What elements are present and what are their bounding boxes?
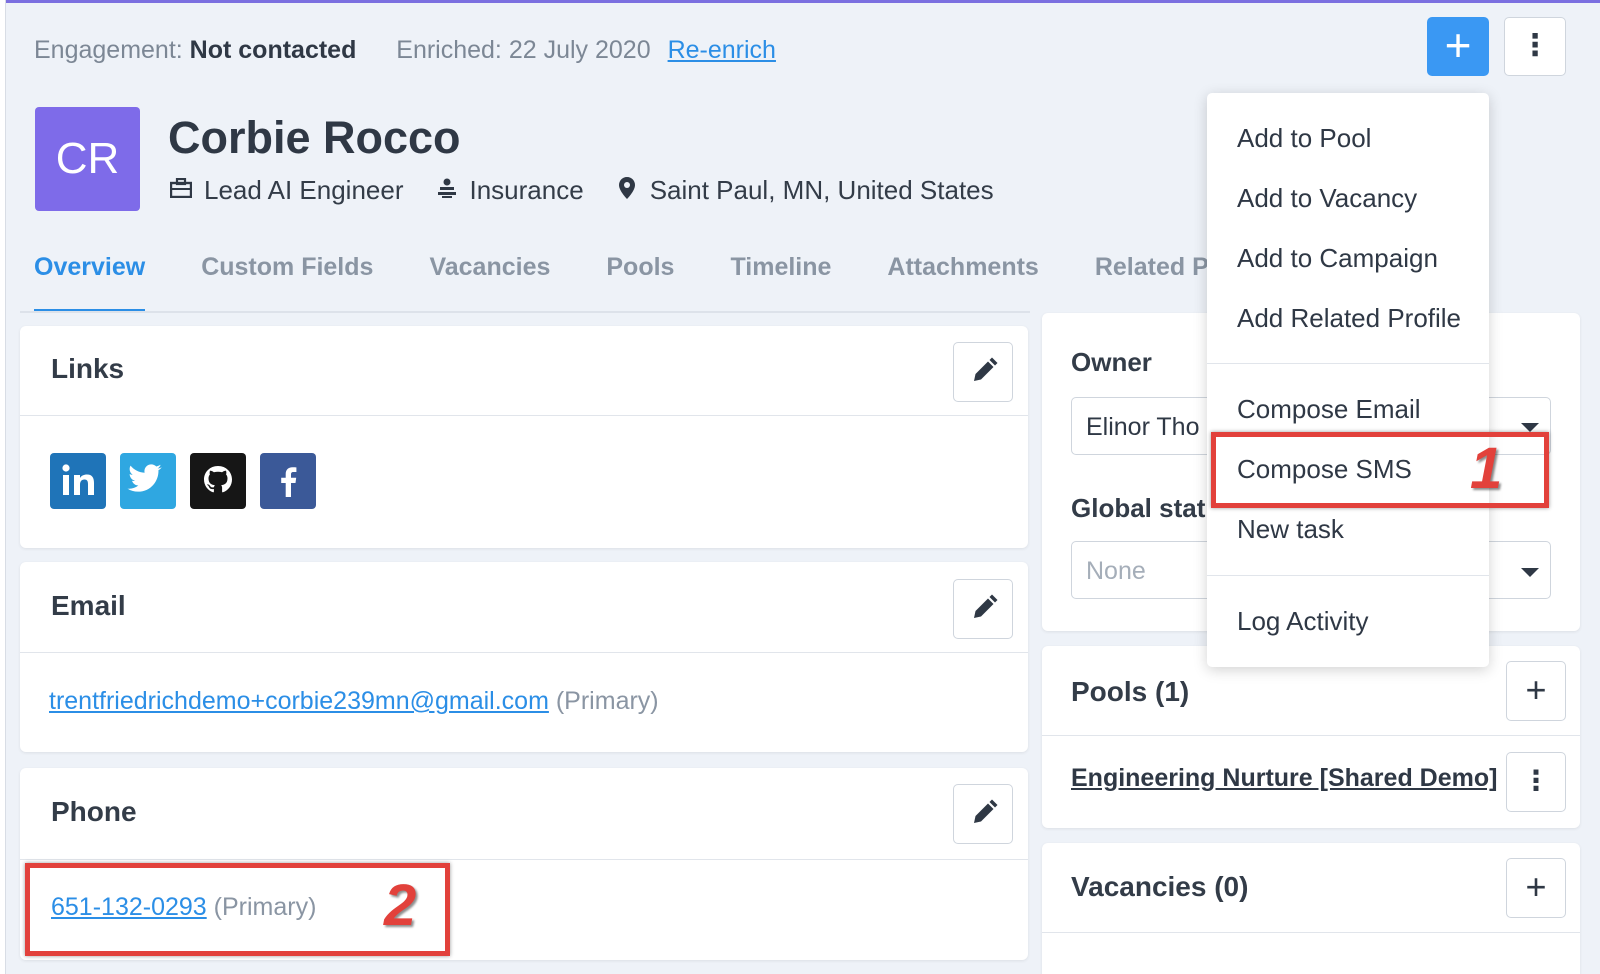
more-options-button[interactable]: ⋮ [1504, 17, 1566, 76]
owner-value: Elinor Tho [1086, 413, 1200, 441]
industry-icon [434, 177, 460, 205]
pool-link[interactable]: Engineering Nurture [Shared Demo] [1071, 764, 1497, 793]
pencil-icon [974, 594, 998, 618]
facebook-icon[interactable] [260, 453, 316, 509]
email-title: Email [51, 590, 126, 621]
owner-label: Owner [1071, 347, 1152, 377]
pencil-icon [974, 357, 998, 381]
tab-vacancies[interactable]: Vacancies [429, 250, 550, 312]
add-pool-button[interactable]: + [1506, 661, 1566, 721]
annotation-number-2: 2 [384, 873, 417, 938]
vacancies-title: Vacancies (0) [1071, 871, 1249, 902]
enriched-label: Enriched: [396, 36, 502, 64]
tab-custom-fields[interactable]: Custom Fields [201, 250, 373, 312]
menu-item-add-to-campaign[interactable]: Add to Campaign [1237, 243, 1438, 274]
menu-item-compose-email[interactable]: Compose Email [1237, 394, 1421, 425]
menu-divider [1207, 363, 1489, 364]
engagement-meta: Engagement: Not contacted Enriched: 22 J… [34, 36, 776, 65]
email-link[interactable]: trentfriedrichdemo+corbie239mn@gmail.com [49, 687, 549, 715]
pencil-icon [974, 799, 998, 823]
vacancies-card: Vacancies (0) + [1042, 843, 1580, 974]
profile-name: Corbie Rocco [168, 112, 461, 163]
profile-tabs: Overview Custom Fields Vacancies Pools T… [34, 250, 1265, 312]
tab-overview[interactable]: Overview [34, 250, 146, 312]
profile-details: Lead AI Engineer Insurance Saint Paul, M… [168, 175, 994, 206]
annotation-number-1: 1 [1470, 436, 1503, 501]
tab-related-profiles[interactable]: Related P [1095, 250, 1209, 312]
enriched-date: 22 July 2020 [508, 36, 651, 64]
pool-options-button[interactable]: ⋮ [1506, 752, 1566, 812]
global-status-label: Global statu [1071, 493, 1222, 523]
github-icon[interactable] [190, 453, 246, 509]
linkedin-icon[interactable] [50, 453, 106, 509]
add-action-button[interactable]: + [1427, 17, 1489, 76]
job-title: Lead AI Engineer [204, 175, 404, 205]
menu-item-add-related-profile[interactable]: Add Related Profile [1237, 303, 1461, 334]
links-card: Links [20, 326, 1028, 548]
links-title: Links [51, 353, 125, 384]
edit-phone-button[interactable] [953, 784, 1013, 844]
phone-title: Phone [51, 796, 137, 827]
tab-pools[interactable]: Pools [606, 250, 674, 312]
left-panel-edge [0, 0, 6, 974]
menu-item-log-activity[interactable]: Log Activity [1237, 606, 1369, 637]
chevron-down-icon [1521, 423, 1539, 432]
chevron-down-icon [1521, 568, 1539, 577]
briefcase-icon [168, 177, 194, 204]
location: Saint Paul, MN, United States [649, 175, 994, 205]
edit-email-button[interactable] [953, 579, 1013, 639]
tab-attachments[interactable]: Attachments [887, 250, 1038, 312]
location-pin-icon [614, 176, 640, 206]
phone-card-header [20, 768, 1028, 860]
actions-dropdown-menu: Add to Pool Add to Vacancy Add to Campai… [1207, 93, 1489, 667]
global-status-value: None [1086, 557, 1146, 585]
email-card: Email trentfriedrichdemo+corbie239mn@gma… [20, 562, 1028, 752]
menu-item-add-to-pool[interactable]: Add to Pool [1237, 123, 1371, 154]
edit-links-button[interactable] [953, 342, 1013, 402]
pools-card: Pools (1) + Engineering Nurture [Shared … [1042, 646, 1580, 828]
avatar: CR [35, 107, 140, 211]
engagement-value: Not contacted [189, 36, 357, 64]
email-row: trentfriedrichdemo+corbie239mn@gmail.com… [49, 687, 659, 716]
links-card-header [20, 326, 1028, 416]
industry: Insurance [469, 175, 584, 205]
twitter-icon[interactable] [120, 453, 176, 509]
add-vacancy-button[interactable]: + [1506, 858, 1566, 918]
engagement-label: Engagement: [34, 36, 183, 64]
email-primary-tag: (Primary) [555, 687, 659, 715]
menu-item-add-to-vacancy[interactable]: Add to Vacancy [1237, 183, 1417, 214]
tab-timeline[interactable]: Timeline [730, 250, 831, 312]
pools-title: Pools (1) [1071, 676, 1190, 707]
email-card-header [20, 562, 1028, 653]
menu-item-new-task[interactable]: New task [1237, 514, 1344, 545]
re-enrich-link[interactable]: Re-enrich [668, 36, 776, 64]
top-accent-line [0, 0, 1600, 3]
menu-divider [1207, 575, 1489, 576]
tab-divider [20, 311, 1030, 313]
